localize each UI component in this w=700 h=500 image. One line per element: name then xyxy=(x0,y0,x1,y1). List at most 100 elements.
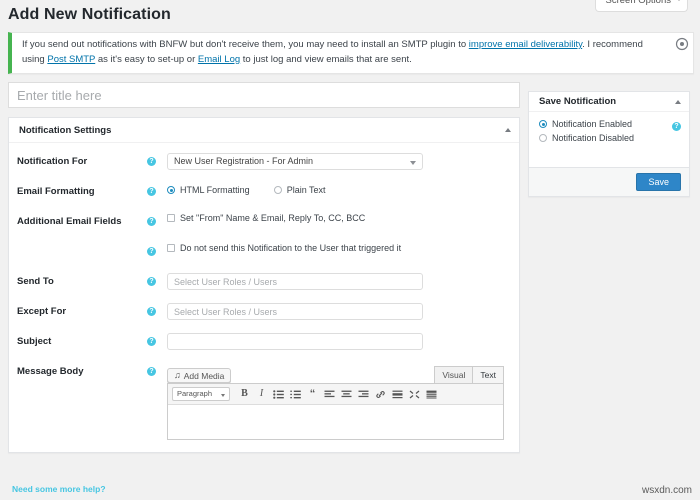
save-notification-footer: Save xyxy=(529,167,689,196)
align-right-icon[interactable] xyxy=(356,387,371,401)
fullscreen-icon[interactable] xyxy=(407,387,422,401)
help-icon[interactable]: ? xyxy=(147,307,156,316)
help-icon[interactable]: ? xyxy=(147,187,156,196)
radio-plain-text[interactable]: Plain Text xyxy=(274,185,326,195)
notification-for-label: Notification For xyxy=(17,153,147,168)
help-icon[interactable]: ? xyxy=(147,367,156,376)
help-icon[interactable]: ? xyxy=(147,337,156,346)
email-formatting-help[interactable]: ? xyxy=(147,183,167,197)
insert-read-more-icon[interactable] xyxy=(390,387,405,401)
radio-notification-enabled[interactable]: Notification Enabled xyxy=(539,119,679,129)
row-message-body: Message Body ? ♫ Add Media xyxy=(9,357,519,446)
paragraph-format-value: Paragraph xyxy=(177,389,212,398)
subject-label: Subject xyxy=(17,333,147,348)
notification-for-select[interactable]: New User Registration - For Admin xyxy=(167,153,423,170)
email-log-link[interactable]: Email Log xyxy=(198,54,240,65)
italic-icon[interactable]: I xyxy=(254,387,269,401)
screen-options-tab[interactable]: Screen Options xyxy=(595,0,688,12)
message-body-help[interactable]: ? xyxy=(147,363,167,377)
send-to-control xyxy=(167,273,511,290)
save-notification-title: Save Notification xyxy=(539,96,616,107)
help-icon[interactable]: ? xyxy=(147,217,156,226)
do-not-send-help[interactable]: ? xyxy=(147,243,167,257)
subject-input[interactable] xyxy=(167,333,423,350)
tab-visual[interactable]: Visual xyxy=(434,366,473,383)
chevron-down-icon xyxy=(221,394,225,397)
row-do-not-send: ? Do not send this Notification to the U… xyxy=(9,237,519,267)
bold-icon[interactable]: B xyxy=(237,387,252,401)
save-button[interactable]: Save xyxy=(636,173,681,191)
except-for-control xyxy=(167,303,511,320)
chevron-up-icon[interactable] xyxy=(505,128,511,132)
align-left-icon[interactable] xyxy=(322,387,337,401)
radio-notification-enabled-label: Notification Enabled xyxy=(552,119,632,129)
editor-content-area[interactable] xyxy=(168,405,503,439)
checkbox-icon xyxy=(167,244,175,252)
blockquote-icon[interactable]: “ xyxy=(305,387,320,401)
radio-html-formatting-label: HTML Formatting xyxy=(180,185,250,195)
notification-title-input[interactable] xyxy=(8,82,520,108)
row-except-for: Except For ? xyxy=(9,297,519,327)
notification-for-help[interactable]: ? xyxy=(147,153,167,167)
add-media-button[interactable]: ♫ Add Media xyxy=(167,368,231,383)
editor-mode-tabs: Visual Text xyxy=(435,366,504,383)
numbered-list-icon[interactable] xyxy=(288,387,303,401)
tab-text[interactable]: Text xyxy=(472,366,504,383)
radio-html-formatting[interactable]: HTML Formatting xyxy=(167,185,250,195)
row-email-formatting: Email Formatting ? HTML Formatting xyxy=(9,177,519,207)
need-more-help-link[interactable]: Need some more help? xyxy=(12,484,106,494)
help-icon[interactable]: ? xyxy=(147,277,156,286)
save-notification-header[interactable]: Save Notification xyxy=(529,92,689,112)
radio-notification-disabled-label: Notification Disabled xyxy=(552,133,634,143)
except-for-help[interactable]: ? xyxy=(147,303,167,317)
send-to-help[interactable]: ? xyxy=(147,273,167,287)
post-smtp-link[interactable]: Post SMTP xyxy=(47,54,95,65)
send-to-label: Send To xyxy=(17,273,147,288)
subject-help[interactable]: ? xyxy=(147,333,167,347)
editor-top-bar: ♫ Add Media Visual Text xyxy=(167,363,504,383)
close-icon[interactable] xyxy=(675,37,689,51)
improve-email-deliverability-link[interactable]: improve email deliverability xyxy=(469,39,582,50)
help-icon[interactable]: ? xyxy=(147,247,156,256)
notification-settings-title: Notification Settings xyxy=(19,125,111,136)
radio-notification-disabled[interactable]: Notification Disabled xyxy=(539,133,679,143)
smtp-notice: If you send out notifications with BNFW … xyxy=(8,32,694,74)
checkbox-set-from-label: Set "From" Name & Email, Reply To, CC, B… xyxy=(180,213,365,223)
radio-selected-icon xyxy=(539,120,547,128)
paragraph-format-select[interactable]: Paragraph xyxy=(172,387,230,401)
email-formatting-control: HTML Formatting Plain Text xyxy=(167,183,511,195)
align-center-icon[interactable] xyxy=(339,387,354,401)
media-icon: ♫ xyxy=(174,371,181,380)
insert-link-icon[interactable] xyxy=(373,387,388,401)
bulleted-list-icon[interactable] xyxy=(271,387,286,401)
notice-text-1: If you send out notifications with BNFW … xyxy=(22,39,469,50)
help-icon[interactable]: ? xyxy=(672,122,681,131)
save-notification-body: Notification Enabled Notification Disabl… xyxy=(529,112,689,167)
notification-settings-metabox: Notification Settings Notification For ?… xyxy=(8,117,520,453)
email-formatting-label: Email Formatting xyxy=(17,183,147,198)
send-to-input[interactable] xyxy=(167,273,423,290)
except-for-input[interactable] xyxy=(167,303,423,320)
toolbar-toggle-icon[interactable] xyxy=(424,387,439,401)
notification-settings-header[interactable]: Notification Settings xyxy=(9,118,519,143)
notification-for-selected-value: New User Registration - For Admin xyxy=(174,156,313,166)
subject-control xyxy=(167,333,511,350)
checkbox-do-not-send-to-trigger-user[interactable]: Do not send this Notification to the Use… xyxy=(167,243,511,253)
notice-text-3: as it's easy to set-up or xyxy=(95,54,198,65)
do-not-send-control: Do not send this Notification to the Use… xyxy=(167,243,511,253)
wp-editor: ♫ Add Media Visual Text xyxy=(167,363,504,440)
side-column: Save Notification Notification Enabled N… xyxy=(528,82,690,197)
checkbox-set-from-name-email[interactable]: Set "From" Name & Email, Reply To, CC, B… xyxy=(167,213,511,223)
main-column: Notification Settings Notification For ?… xyxy=(8,82,520,453)
help-icon[interactable]: ? xyxy=(147,157,156,166)
notification-for-control: New User Registration - For Admin xyxy=(167,153,511,170)
save-notification-help[interactable]: ? xyxy=(672,120,681,132)
additional-email-fields-control: Set "From" Name & Email, Reply To, CC, B… xyxy=(167,213,511,223)
message-body-label: Message Body xyxy=(17,363,147,378)
chevron-up-icon[interactable] xyxy=(675,100,681,104)
checkbox-icon xyxy=(167,214,175,222)
do-not-send-spacer xyxy=(17,243,147,246)
additional-email-fields-help[interactable]: ? xyxy=(147,213,167,227)
radio-unselected-icon xyxy=(539,134,547,142)
radio-selected-icon xyxy=(167,186,175,194)
